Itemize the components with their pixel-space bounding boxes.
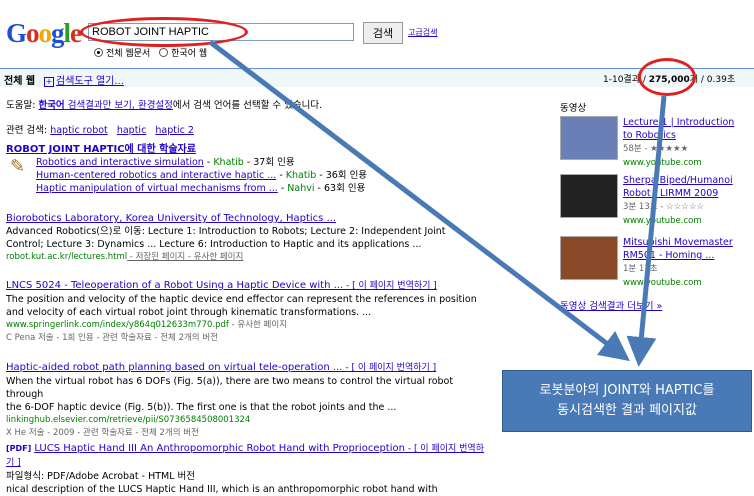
- annotation-callout: 로봇분야의 JOINT와 HAPTIC를 동시검색한 결과 페이지값: [502, 370, 752, 432]
- arrow-from-query: [208, 40, 630, 362]
- arrow-from-count: [626, 95, 667, 367]
